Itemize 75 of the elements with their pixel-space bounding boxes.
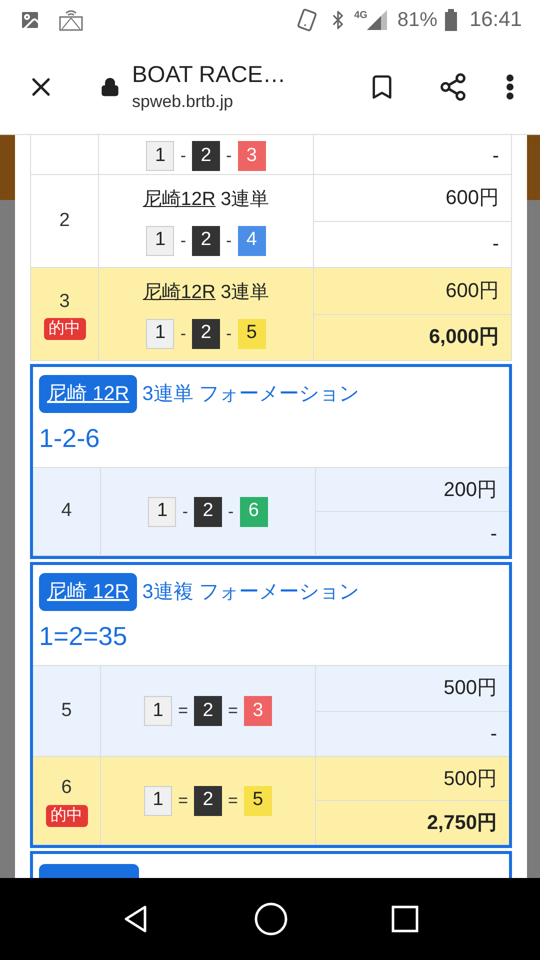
boat-number: 2: [192, 141, 220, 171]
row-number: 6: [61, 776, 72, 800]
row-number: 4: [61, 499, 72, 524]
battery-icon: [445, 9, 458, 31]
stake-amount: 500円: [444, 766, 497, 792]
boat-number: 4: [238, 226, 266, 256]
bet-type: 3連単: [220, 188, 270, 212]
separator: =: [178, 700, 188, 722]
boat-number: 5: [244, 786, 272, 816]
separator: -: [182, 500, 188, 523]
boat-number: 1: [144, 786, 172, 816]
lock-icon: [100, 77, 120, 97]
boat-number: 6: [240, 496, 268, 526]
boat-number: 1: [146, 226, 174, 256]
boat-number: 1: [144, 696, 172, 726]
stake-amount: 200円: [444, 478, 497, 502]
hit-badge: 的中: [44, 318, 86, 340]
boat-number: 3: [244, 696, 272, 726]
boat-number: 2: [194, 696, 222, 726]
payout-amount: -: [492, 232, 499, 258]
payout-amount: 6,000円: [428, 325, 499, 350]
boat-number: 1: [148, 496, 176, 526]
stake-amount: 600円: [446, 186, 499, 211]
separator: -: [226, 145, 232, 168]
stake-amount: 600円: [446, 278, 499, 304]
menu-button[interactable]: [506, 74, 514, 100]
separator: =: [228, 700, 238, 722]
bet-title: 3連単 フォーメーション: [142, 382, 359, 407]
formation-text: 1=2=35: [39, 620, 128, 653]
screen-icon: [58, 8, 84, 32]
row-number: 3: [59, 290, 70, 314]
payout-amount: -: [490, 722, 497, 747]
row-number: 5: [61, 698, 72, 723]
stake-amount: 500円: [444, 676, 497, 702]
separator: -: [180, 322, 186, 345]
signal-icon: [367, 10, 388, 30]
race-link[interactable]: 尼崎12R: [142, 279, 216, 308]
recents-button[interactable]: [390, 905, 419, 933]
bet-title: 3連複 フォーメーション: [142, 580, 359, 605]
backdrop-banner: [0, 135, 15, 200]
boat-number: 2: [194, 786, 222, 816]
home-button[interactable]: [254, 902, 288, 936]
boat-number: 5: [238, 318, 266, 349]
formation-text: 1-2-6: [39, 422, 101, 455]
page-url: spweb.brtb.jp: [132, 91, 234, 114]
payout-amount: 2,750円: [426, 810, 497, 836]
battery-percent: 81%: [397, 8, 438, 33]
separator: -: [180, 230, 186, 252]
race-chip[interactable]: 尼崎 12R: [39, 375, 138, 413]
race-chip[interactable]: 尼崎 12R: [39, 573, 138, 611]
boat-number: 2: [194, 496, 222, 526]
separator: -: [226, 322, 232, 345]
payout-amount: -: [492, 144, 499, 169]
payout-amount: -: [490, 522, 497, 546]
separator: =: [178, 790, 188, 812]
share-button[interactable]: [438, 72, 468, 102]
clock: 16:41: [469, 7, 522, 34]
bet-type: 3連単: [220, 281, 270, 306]
network-label: 4G: [354, 9, 368, 23]
page-title: BOAT RACE…: [132, 60, 286, 90]
separator: -: [226, 230, 232, 252]
boat-number: 3: [238, 141, 266, 171]
separator: -: [228, 500, 234, 523]
separator: =: [228, 790, 238, 812]
race-link[interactable]: 尼崎12R: [142, 186, 216, 215]
backdrop-banner: [527, 135, 540, 200]
boat-number: 1: [146, 141, 174, 171]
boat-number: 2: [192, 226, 220, 256]
hit-badge: 的中: [46, 804, 88, 827]
separator: -: [180, 145, 186, 168]
menu-icon: [506, 74, 514, 100]
boat-number: 2: [192, 318, 220, 349]
share-icon: [438, 72, 468, 102]
boat-number: 1: [146, 318, 174, 349]
row-number: 2: [59, 208, 70, 233]
